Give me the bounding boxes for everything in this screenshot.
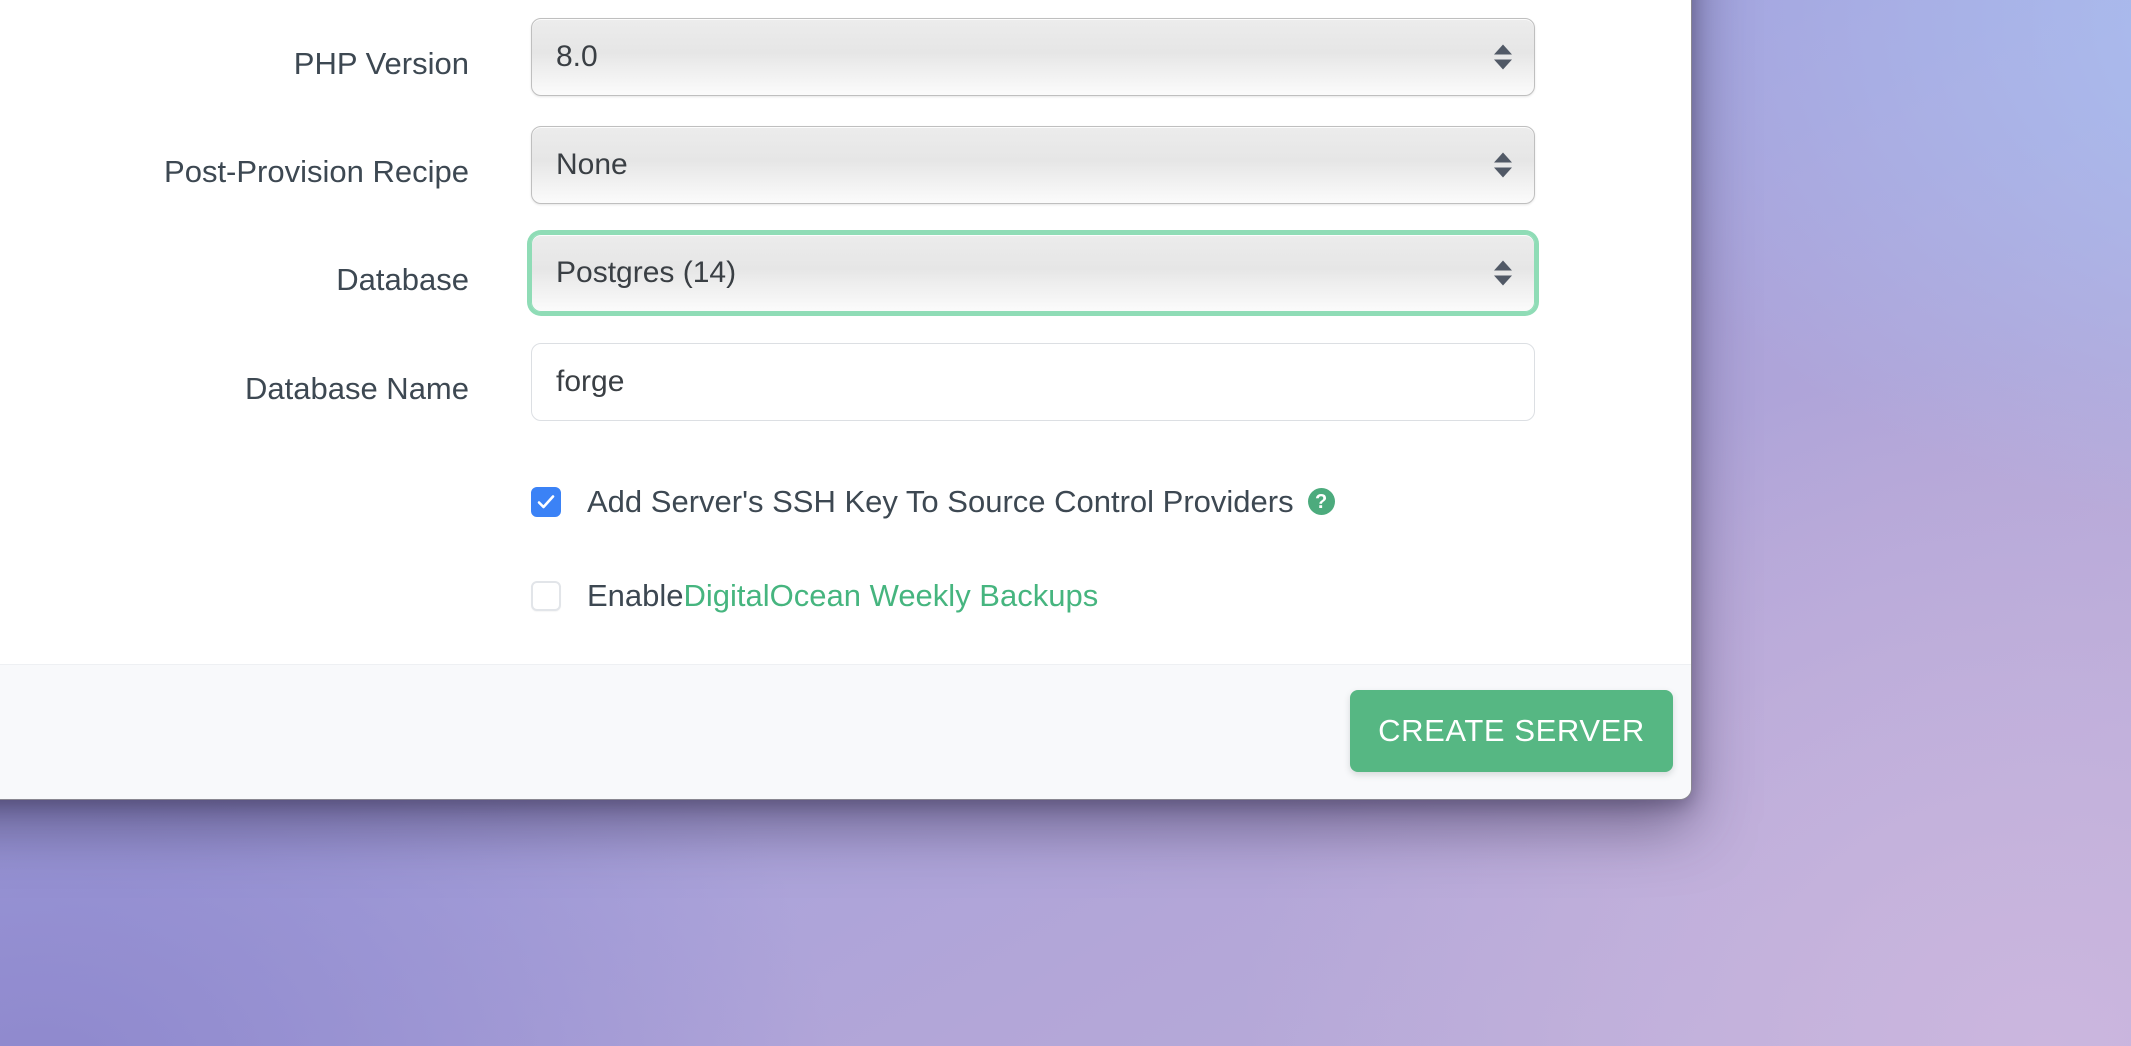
select-php-version-value: 8.0 <box>532 42 598 72</box>
checkbox-add-ssh-key[interactable] <box>531 487 561 517</box>
chevron-updown-icon <box>1494 45 1512 70</box>
select-database-value: Postgres (14) <box>532 258 736 288</box>
checkmark-icon <box>536 492 556 512</box>
checkbox-ssh-key-label: Add Server's SSH Key To Source Control P… <box>587 486 1294 517</box>
checkbox-weekly-backups-text: Enable DigitalOcean Weekly Backups <box>587 580 1098 611</box>
select-post-provision-recipe[interactable]: None <box>531 126 1535 204</box>
create-server-button[interactable]: CREATE SERVER <box>1350 690 1673 772</box>
control-post-provision-recipe: None <box>531 126 1535 204</box>
chevron-updown-icon <box>1494 261 1512 286</box>
label-post-provision-recipe: Post-Provision Recipe <box>0 156 469 187</box>
control-database-name <box>531 343 1535 421</box>
server-form: PHP Version 8.0 Post-Provision Recipe No… <box>0 0 1691 664</box>
panel-footer: CREATE SERVER <box>0 664 1691 800</box>
digitalocean-weekly-backups-link[interactable]: DigitalOcean Weekly Backups <box>684 580 1099 611</box>
checkbox-ssh-key-text: Add Server's SSH Key To Source Control P… <box>587 486 1335 517</box>
chevron-updown-icon <box>1494 153 1512 178</box>
select-post-provision-recipe-value: None <box>532 150 628 180</box>
select-database[interactable]: Postgres (14) <box>531 234 1535 312</box>
label-php-version: PHP Version <box>0 48 469 79</box>
control-database: Postgres (14) <box>531 234 1535 312</box>
create-server-panel: PHP Version 8.0 Post-Provision Recipe No… <box>0 0 1692 800</box>
database-name-input[interactable] <box>531 343 1535 421</box>
label-database-name: Database Name <box>0 373 469 404</box>
control-php-version: 8.0 <box>531 18 1535 96</box>
question-mark-circle-icon[interactable]: ? <box>1308 488 1335 515</box>
desktop-wallpaper: PHP Version 8.0 Post-Provision Recipe No… <box>0 0 2131 1046</box>
checkbox-row-ssh-key[interactable]: Add Server's SSH Key To Source Control P… <box>531 486 1335 517</box>
checkbox-weekly-backups-label-prefix: Enable <box>587 580 684 611</box>
checkbox-enable-weekly-backups[interactable] <box>531 581 561 611</box>
select-php-version[interactable]: 8.0 <box>531 18 1535 96</box>
checkbox-row-weekly-backups[interactable]: Enable DigitalOcean Weekly Backups <box>531 580 1098 611</box>
label-database: Database <box>0 264 469 295</box>
